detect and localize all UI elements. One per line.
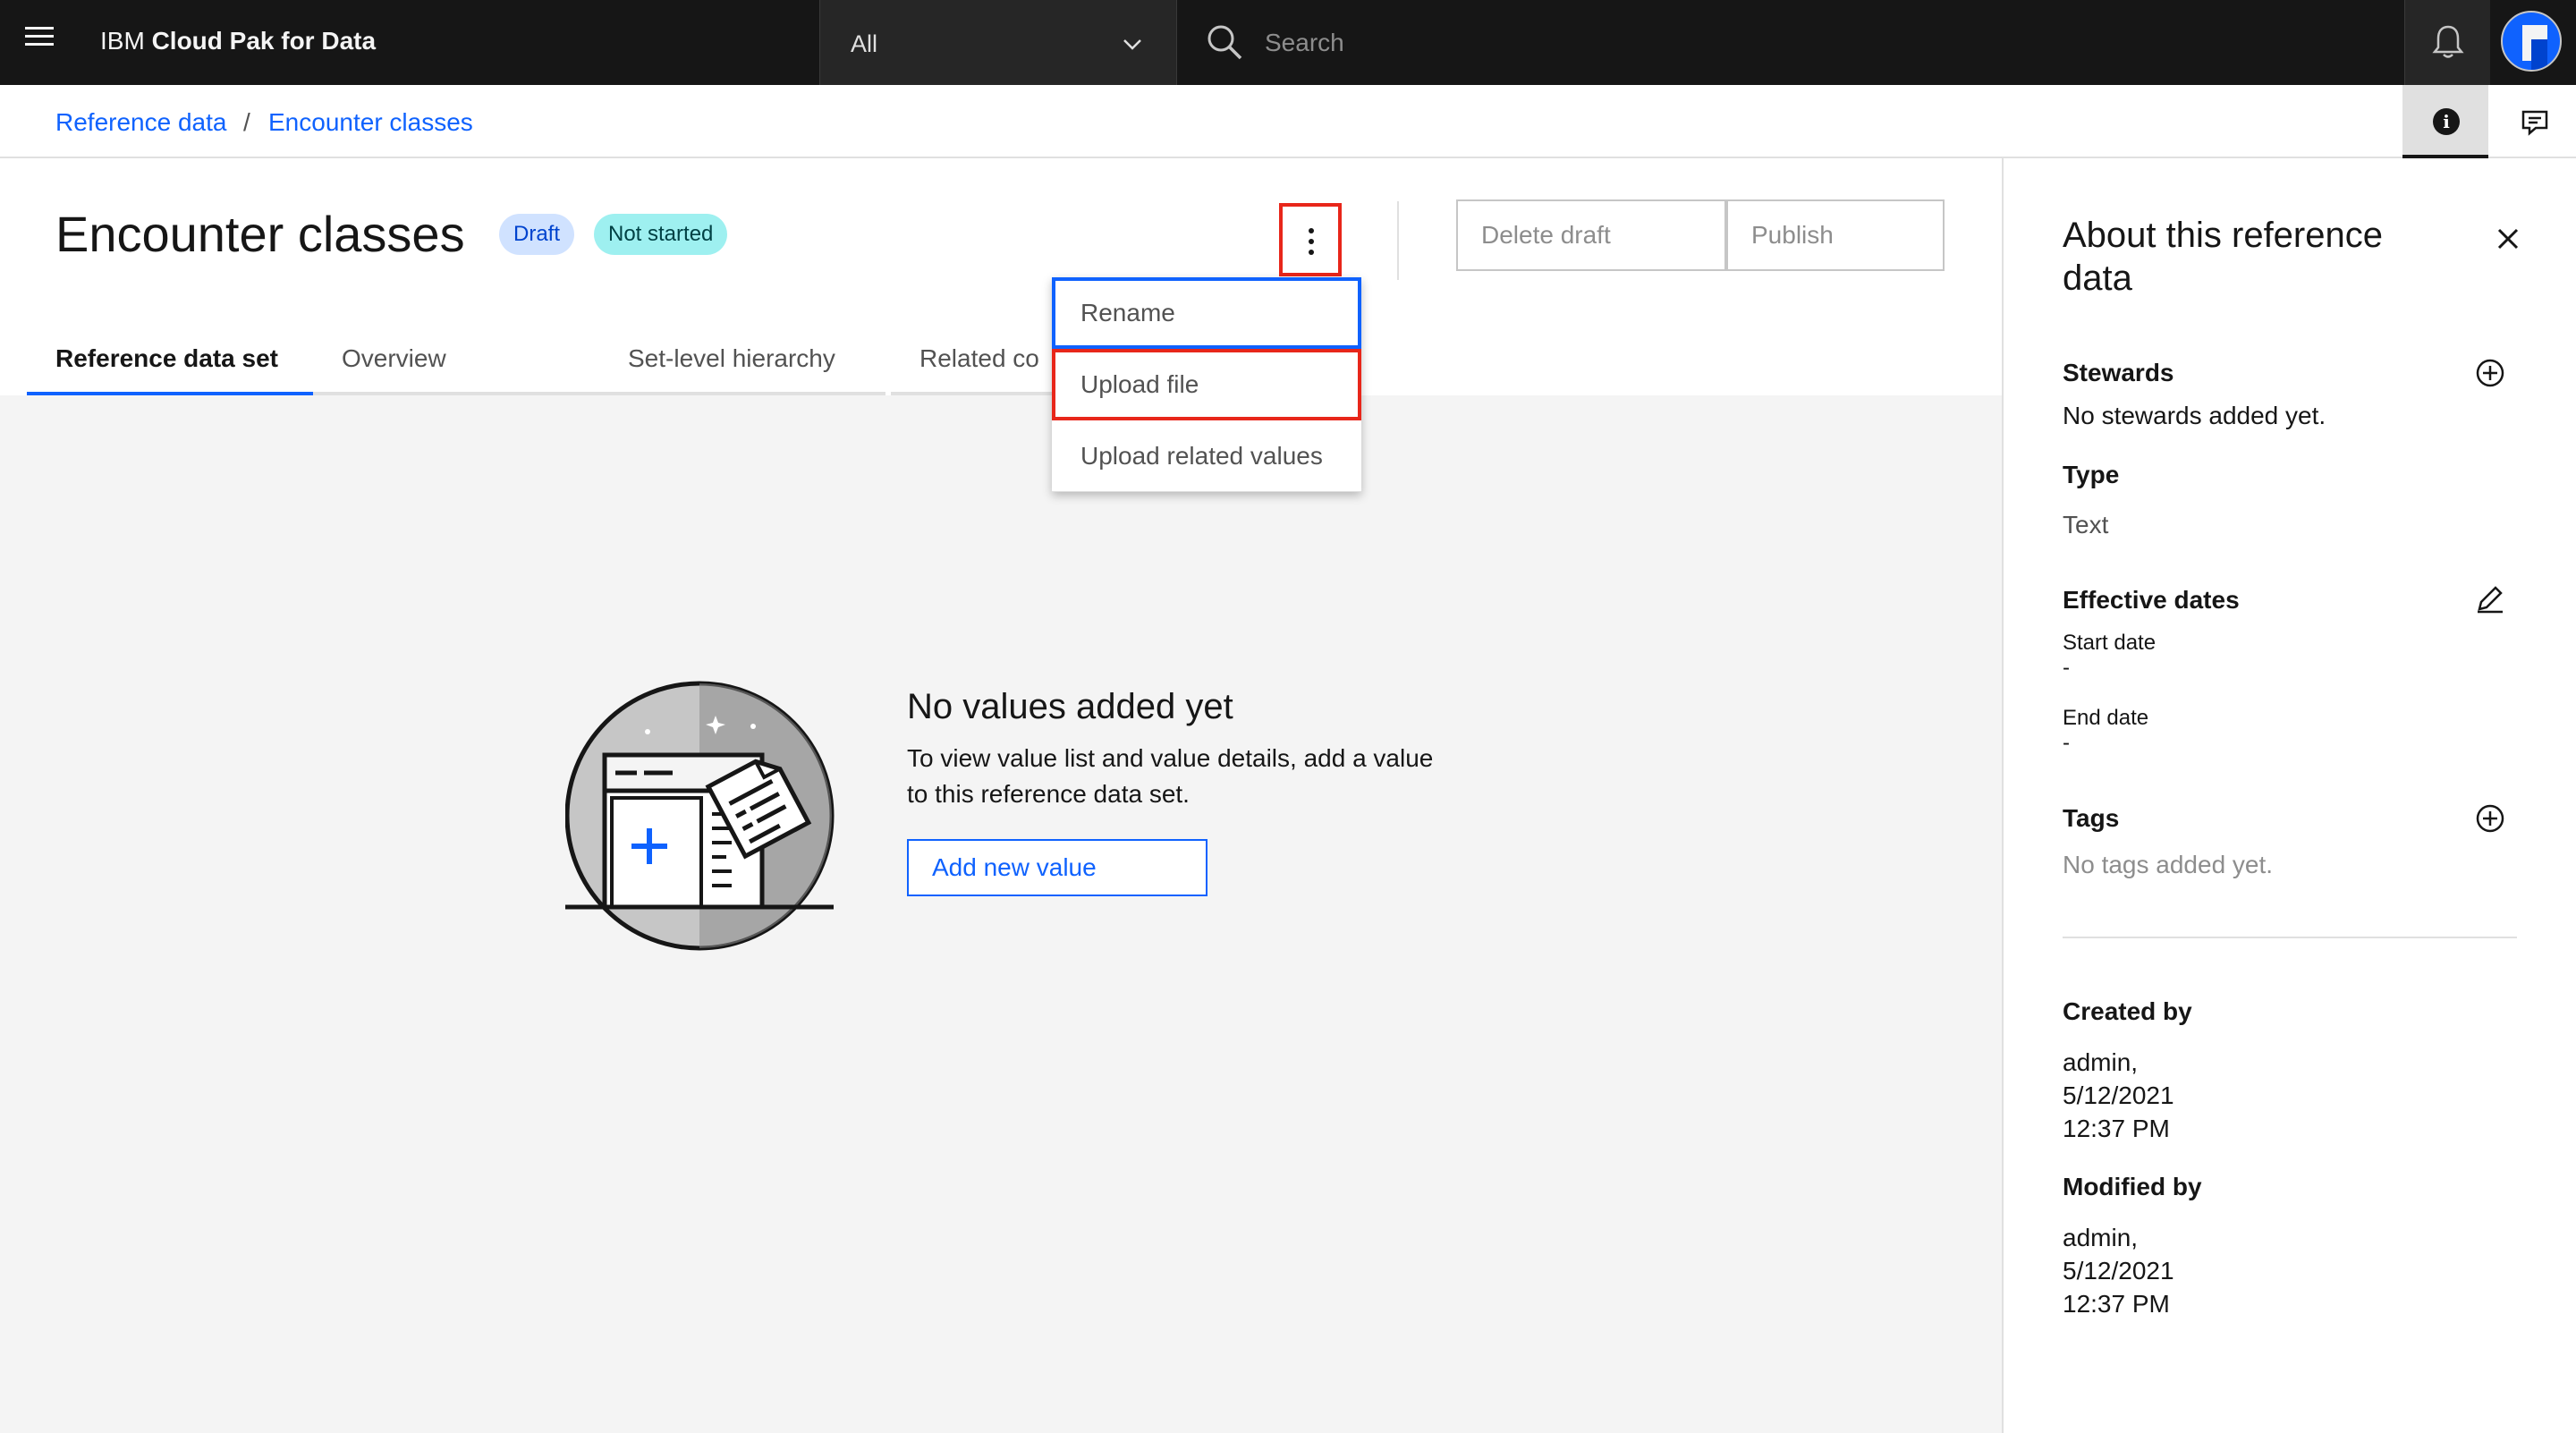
bell-icon (2432, 25, 2464, 58)
created-by-user: admin, (2063, 1048, 2139, 1076)
modified-by-time: 12:37 PM (2063, 1290, 2170, 1318)
empty-state-illustration (565, 681, 835, 951)
global-search (1177, 0, 2404, 85)
end-date-value: - (2063, 731, 2070, 755)
user-avatar[interactable] (2501, 11, 2562, 72)
divider (2063, 937, 2517, 938)
tags-label: Tags (2063, 804, 2120, 832)
tab-overview[interactable]: Overview (313, 334, 599, 395)
product-name[interactable]: IBM Cloud Pak for Data (100, 27, 376, 55)
side-panel-title-line-2: data (2063, 259, 2132, 298)
about-side-panel: About this reference data Stewards No st… (2002, 158, 2576, 1433)
menu-item-upload-related-values[interactable]: Upload related values (1052, 420, 1361, 492)
close-icon[interactable] (2492, 223, 2524, 255)
modified-by-date: 5/12/2021 (2063, 1257, 2174, 1285)
comments-tab[interactable] (2488, 85, 2576, 158)
stewards-label: Stewards (2063, 359, 2174, 386)
side-panel-title-line-1: About this reference (2063, 216, 2383, 255)
breadcrumb: Reference data / Encounter classes i (0, 85, 2576, 158)
side-panel-title: About this reference data (2063, 214, 2456, 300)
chat-icon (2521, 110, 2548, 136)
created-by-value: admin, 5/12/2021 12:37 PM (2063, 1046, 2174, 1145)
publish-button[interactable]: Publish (1726, 199, 1945, 271)
add-new-value-button[interactable]: Add new value (907, 839, 1208, 896)
tab-related-content[interactable]: Related co (891, 334, 1079, 395)
tab-list: Reference data set Overview Set-level hi… (27, 334, 2002, 395)
end-date-label: End date (2063, 706, 2149, 730)
info-icon: i (2433, 108, 2460, 135)
edit-icon[interactable] (2474, 582, 2506, 615)
tags-value: No tags added yet. (2063, 851, 2274, 878)
modified-by-value: admin, 5/12/2021 12:37 PM (2063, 1221, 2174, 1320)
breadcrumb-reference-data[interactable]: Reference data (55, 108, 226, 137)
overflow-menu: Rename Upload file Upload related values (1052, 277, 1361, 492)
tab-reference-data-set[interactable]: Reference data set (27, 334, 313, 395)
type-value: Text (2063, 511, 2109, 538)
tab-set-level-hierarchy[interactable]: Set-level hierarchy (599, 334, 886, 395)
empty-state-description: To view value list and value details, ad… (907, 741, 1479, 812)
menu-icon[interactable] (25, 27, 57, 59)
menu-item-upload-file[interactable]: Upload file (1052, 349, 1361, 420)
empty-state-title: No values added yet (907, 687, 1233, 726)
breadcrumb-encounter-classes[interactable]: Encounter classes (268, 108, 473, 137)
add-steward-icon[interactable] (2474, 357, 2506, 389)
notifications-button[interactable] (2404, 0, 2490, 85)
effective-dates-label: Effective dates (2063, 586, 2240, 614)
chevron-down-icon (1123, 39, 1141, 50)
created-by-label: Created by (2063, 997, 2192, 1025)
menu-item-rename[interactable]: Rename (1052, 277, 1361, 349)
divider (1397, 201, 1399, 280)
search-icon (1208, 25, 1242, 60)
modified-by-label: Modified by (2063, 1173, 2202, 1200)
brand-name: Cloud Pak for Data (151, 27, 377, 55)
status-tag-draft: Draft (499, 214, 575, 255)
page-title: Encounter classes (55, 206, 465, 262)
info-panel-tab[interactable]: i (2402, 85, 2488, 158)
overflow-menu-button[interactable] (1279, 203, 1342, 276)
search-input[interactable] (1265, 25, 2338, 61)
breadcrumb-separator: / (243, 108, 250, 136)
start-date-label: Start date (2063, 631, 2157, 655)
scope-dropdown-value: All (851, 30, 878, 57)
type-label: Type (2063, 461, 2120, 488)
created-by-time: 12:37 PM (2063, 1115, 2170, 1142)
stewards-value: No stewards added yet. (2063, 402, 2326, 429)
brand-prefix: IBM (100, 27, 145, 55)
empty-state-line-1: To view value list and value details, ad… (907, 744, 1434, 772)
add-tag-icon[interactable] (2474, 802, 2506, 835)
status-tag-not-started: Not started (594, 214, 728, 255)
scope-dropdown[interactable]: All (819, 0, 1177, 85)
global-header: IBM Cloud Pak for Data All (0, 0, 2576, 85)
page-header: Encounter classes Draft Not started Dele… (0, 158, 2002, 395)
start-date-value: - (2063, 656, 2070, 680)
empty-state-line-2: to this reference data set. (907, 780, 1190, 808)
modified-by-user: admin, (2063, 1224, 2139, 1251)
delete-draft-button[interactable]: Delete draft (1456, 199, 1726, 271)
created-by-date: 5/12/2021 (2063, 1081, 2174, 1109)
content-area (0, 395, 2002, 1433)
